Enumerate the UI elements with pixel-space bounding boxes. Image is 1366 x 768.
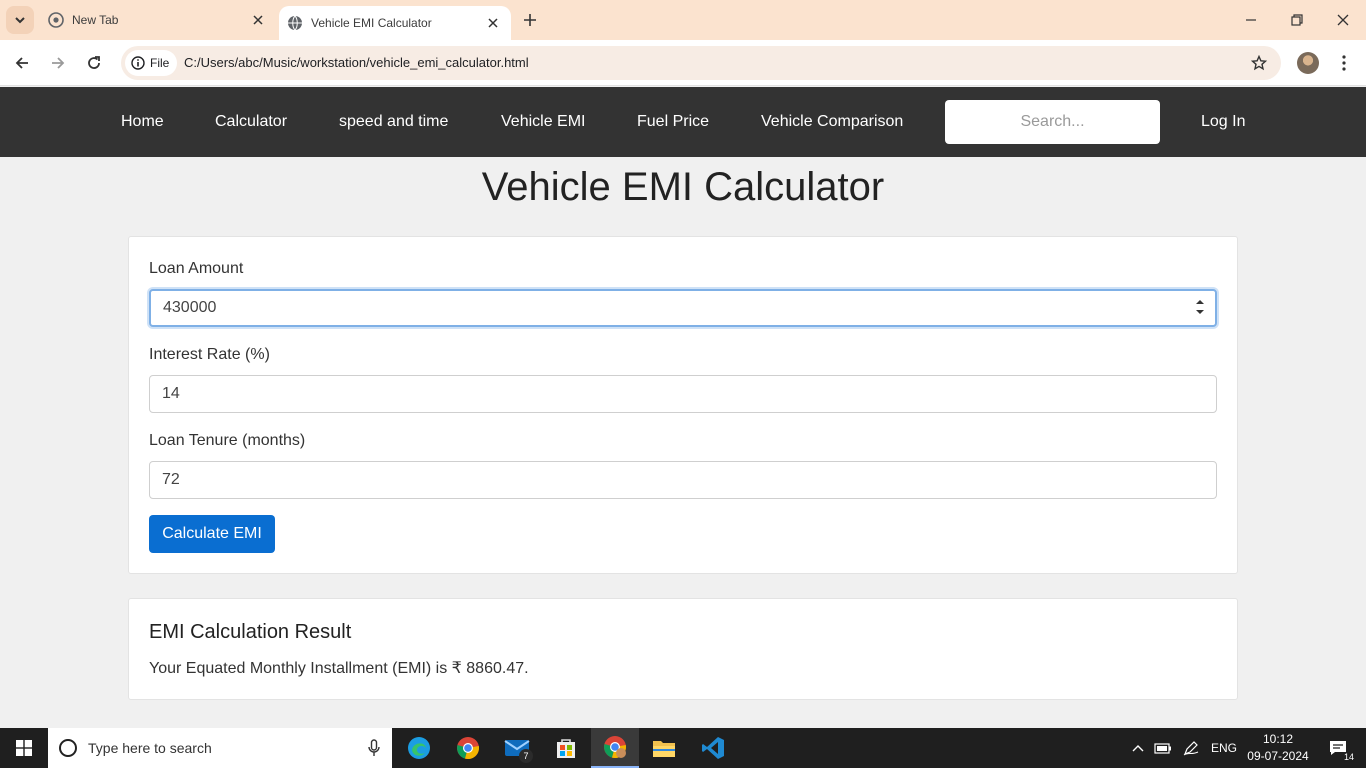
edge-app[interactable] xyxy=(395,728,443,768)
store-icon xyxy=(557,739,575,758)
taskbar-clock[interactable]: 10:12 09-07-2024 xyxy=(1246,731,1310,765)
tab-search-button[interactable] xyxy=(6,6,34,34)
minimize-icon xyxy=(1246,19,1256,21)
tab-title: New Tab xyxy=(72,13,119,27)
search-icon xyxy=(59,739,77,757)
vscode-icon xyxy=(702,737,724,759)
browser-toolbar: File C:/Users/abc/Music/workstation/vehi… xyxy=(0,40,1366,86)
caret-up-icon xyxy=(1196,300,1204,304)
loan-amount-input[interactable] xyxy=(149,289,1217,327)
chrome-icon xyxy=(457,737,479,760)
result-title: EMI Calculation Result xyxy=(149,621,352,643)
loan-amount-wrapper xyxy=(129,289,1239,327)
star-icon xyxy=(1251,55,1267,71)
start-button[interactable] xyxy=(0,728,48,768)
show-hidden-icons-button[interactable] xyxy=(1128,728,1148,768)
tab-new-tab[interactable]: New Tab xyxy=(40,0,276,40)
nav-calculator[interactable]: Calculator xyxy=(215,87,287,157)
bookmark-button[interactable] xyxy=(1249,53,1269,73)
tab-vehicle-emi-calculator[interactable]: Vehicle EMI Calculator xyxy=(279,6,511,40)
microphone-icon[interactable] xyxy=(368,739,380,757)
battery-button[interactable] xyxy=(1152,728,1174,768)
chevron-down-icon xyxy=(15,17,25,24)
battery-icon xyxy=(1154,743,1171,754)
pen-button[interactable] xyxy=(1180,728,1202,768)
chrome-icon xyxy=(48,12,64,28)
windows-icon xyxy=(16,740,32,756)
nav-vehicle-comparison[interactable]: Vehicle Comparison xyxy=(761,87,903,157)
browser-tab-bar: New Tab Vehicle EMI Calculator xyxy=(0,0,1366,40)
reload-button[interactable] xyxy=(80,49,108,77)
nav-speed-and-time[interactable]: speed and time xyxy=(339,87,448,157)
taskbar-search-box[interactable]: Type here to search xyxy=(48,728,392,768)
file-explorer-app[interactable] xyxy=(640,728,688,768)
result-text: Your Equated Monthly Installment (EMI) i… xyxy=(149,660,529,677)
calculate-emi-button[interactable]: Calculate EMI xyxy=(149,515,275,553)
mail-badge: 7 xyxy=(519,749,533,763)
mail-app[interactable]: 7 xyxy=(493,728,541,768)
nav-fuel-price[interactable]: Fuel Price xyxy=(637,87,709,157)
notifications-button[interactable]: 14 xyxy=(1318,728,1358,768)
chevron-up-icon xyxy=(1132,745,1144,752)
more-vertical-icon xyxy=(1342,55,1346,71)
site-info-chip[interactable]: File xyxy=(125,50,177,76)
chrome-profile-app[interactable] xyxy=(591,728,639,768)
restore-icon xyxy=(1291,14,1303,26)
close-icon xyxy=(1337,14,1349,26)
reload-icon xyxy=(88,56,100,69)
login-link[interactable]: Log In xyxy=(1201,87,1245,157)
store-app[interactable] xyxy=(542,728,590,768)
loan-tenure-input[interactable] xyxy=(149,461,1217,499)
info-icon xyxy=(131,56,145,70)
forward-button[interactable] xyxy=(44,49,72,77)
globe-icon xyxy=(287,15,303,31)
new-tab-button[interactable] xyxy=(518,8,542,32)
folder-icon xyxy=(653,741,675,757)
notification-count: 14 xyxy=(1341,752,1356,762)
emi-result-card: EMI Calculation Result Your Equated Mont… xyxy=(128,598,1238,700)
tab-close-icon[interactable] xyxy=(248,10,268,30)
interest-rate-input[interactable] xyxy=(149,375,1217,413)
close-window-button[interactable] xyxy=(1328,6,1358,34)
language-indicator[interactable]: ENG xyxy=(1206,728,1242,768)
profile-avatar[interactable] xyxy=(1297,52,1319,74)
plus-icon xyxy=(524,14,536,26)
page-title: Vehicle EMI Calculator xyxy=(481,165,885,209)
edge-icon xyxy=(408,737,430,759)
site-navbar: Home Calculator speed and time Vehicle E… xyxy=(0,87,1366,157)
vscode-app[interactable] xyxy=(689,728,737,768)
restore-button[interactable] xyxy=(1282,6,1312,34)
browser-menu-button[interactable] xyxy=(1334,50,1354,76)
url-text: C:/Users/abc/Music/workstation/vehicle_e… xyxy=(184,55,529,70)
pen-icon xyxy=(1183,741,1199,756)
chrome-icon xyxy=(604,736,626,759)
emi-form-card: Loan Amount Interest Rate (%) Loan Tenur… xyxy=(128,236,1238,574)
windows-taskbar: Type here to search 7 ENG 10:12 09-07-20… xyxy=(0,728,1366,768)
tab-close-icon[interactable] xyxy=(483,13,503,33)
nav-vehicle-emi[interactable]: Vehicle EMI xyxy=(501,87,585,157)
loan-amount-label: Loan Amount xyxy=(149,260,244,277)
arrow-left-icon xyxy=(15,57,28,69)
arrow-right-icon xyxy=(52,57,65,69)
loan-tenure-label: Loan Tenure (months) xyxy=(149,432,306,449)
clock-time: 10:12 xyxy=(1262,732,1294,746)
minimize-button[interactable] xyxy=(1236,6,1266,34)
interest-rate-label: Interest Rate (%) xyxy=(149,346,270,363)
navbar-search-input[interactable] xyxy=(945,100,1160,144)
caret-down-icon xyxy=(1196,310,1204,314)
tab-title: Vehicle EMI Calculator xyxy=(311,16,432,30)
nav-home[interactable]: Home xyxy=(121,87,164,157)
number-spinner[interactable] xyxy=(1195,299,1205,315)
taskbar-search-placeholder: Type here to search xyxy=(88,740,212,756)
address-bar[interactable]: File C:/Users/abc/Music/workstation/vehi… xyxy=(121,46,1281,80)
chrome-app[interactable] xyxy=(444,728,492,768)
back-button[interactable] xyxy=(8,49,36,77)
site-info-label: File xyxy=(150,56,170,70)
clock-date: 09-07-2024 xyxy=(1247,749,1309,763)
